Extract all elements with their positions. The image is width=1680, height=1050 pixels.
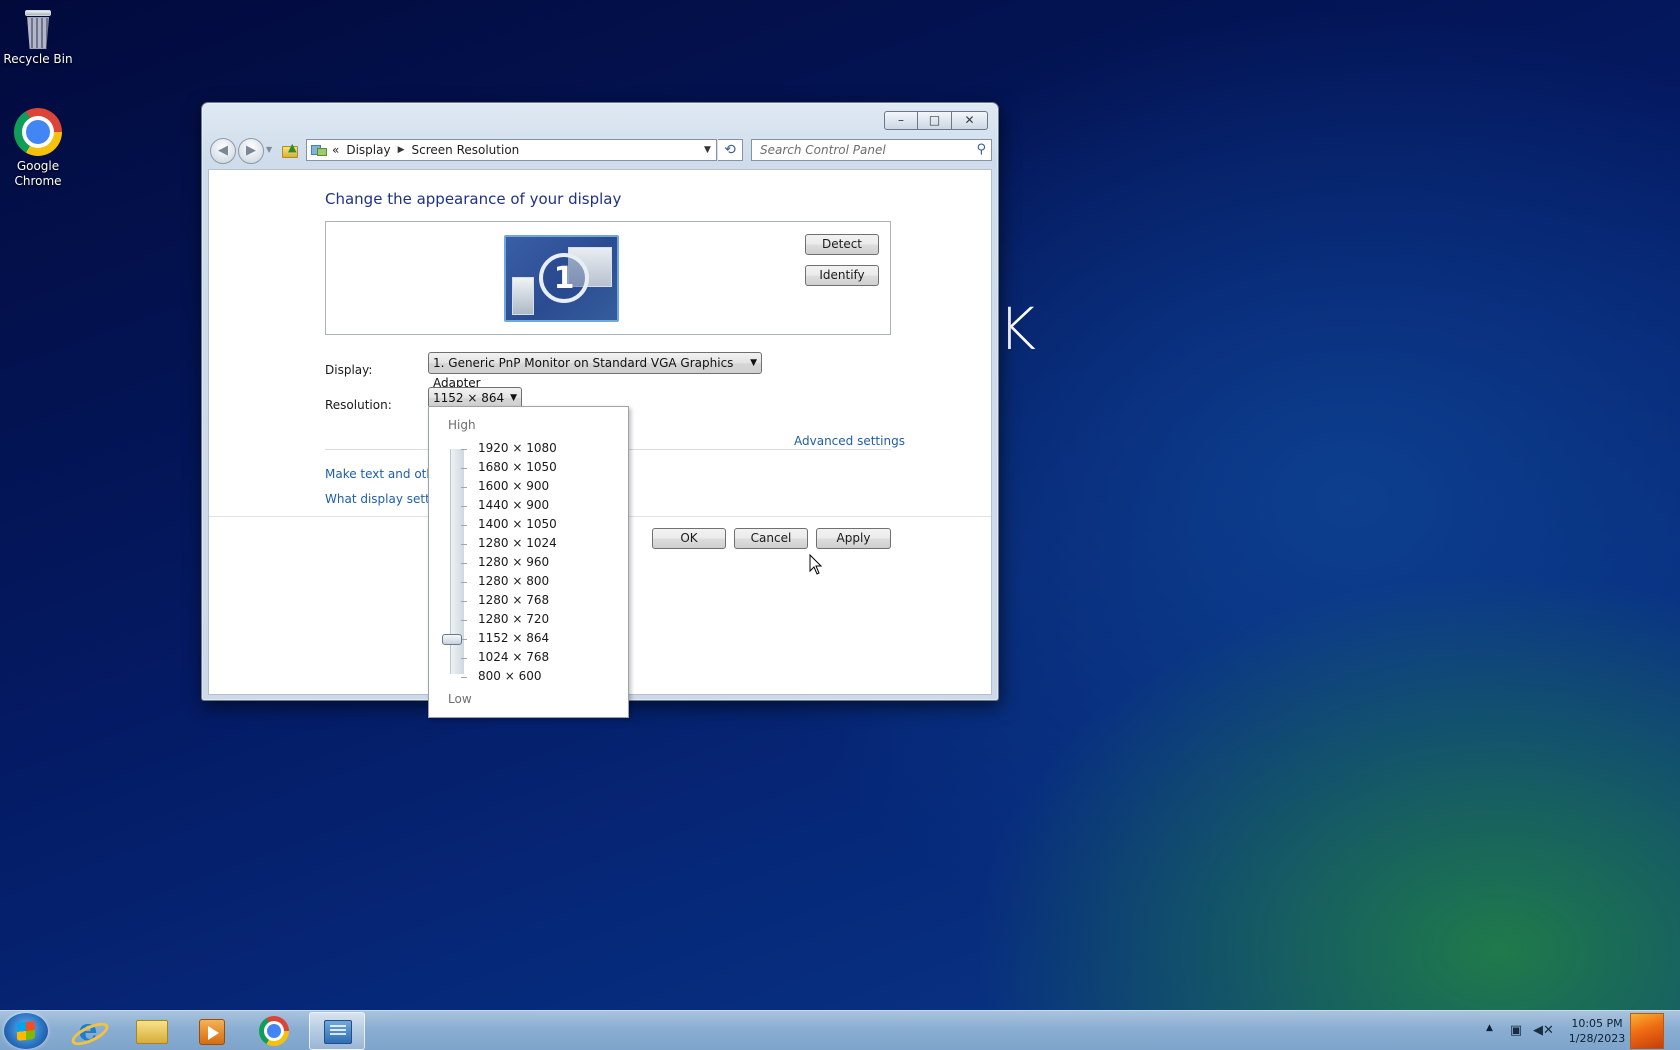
detect-button[interactable]: Detect	[805, 234, 879, 255]
resolution-dropdown: High 1920 × 1080 1680 × 1050 1600 × 900 144…	[428, 406, 629, 718]
mouse-cursor-icon	[809, 554, 823, 575]
taskbar-windows-explorer[interactable]	[123, 1012, 179, 1050]
slider-tick	[461, 563, 467, 564]
resolution-option[interactable]: 1280 × 768	[478, 593, 549, 607]
resolution-option[interactable]: 1280 × 960	[478, 555, 549, 569]
slider-tick	[461, 544, 467, 545]
resolution-option[interactable]: 800 × 600	[478, 669, 542, 683]
address-dropdown-icon[interactable]: ▼	[698, 145, 716, 155]
chrome-icon	[259, 1016, 289, 1046]
slider-tick	[461, 468, 467, 469]
ok-button[interactable]: OK	[652, 528, 726, 549]
resolution-option[interactable]: 1280 × 1024	[478, 536, 557, 550]
recycle-bin-icon	[21, 8, 55, 50]
display-select-value: 1. Generic PnP Monitor on Standard VGA G…	[433, 356, 734, 390]
high-label: High	[448, 418, 476, 432]
forward-button[interactable]: ▶	[238, 138, 264, 164]
recent-pages-dropdown[interactable]: ▼	[266, 145, 276, 154]
identify-button[interactable]: Identify	[805, 265, 879, 286]
chevron-down-icon: ▼	[510, 393, 517, 403]
slider-tick	[461, 582, 467, 583]
resolution-option[interactable]: 1920 × 1080	[478, 441, 557, 455]
show-desktop-button[interactable]	[1630, 1013, 1664, 1049]
low-label: Low	[448, 692, 472, 706]
page-title: Change the appearance of your display	[325, 190, 622, 208]
search-placeholder: Search Control Panel	[760, 143, 886, 157]
up-folder-icon[interactable]: ▲	[281, 141, 299, 159]
slider-tick	[461, 525, 467, 526]
show-hidden-icons-button[interactable]: ▲	[1486, 1023, 1493, 1033]
search-input[interactable]: Search Control Panel ⚲	[751, 139, 992, 161]
slider-tick	[461, 449, 467, 450]
maximize-button[interactable]: □	[918, 111, 952, 130]
monitor-1-icon[interactable]: 1	[504, 235, 619, 322]
resolution-option[interactable]: 1280 × 720	[478, 612, 549, 626]
resolution-option[interactable]: 1024 × 768	[478, 650, 549, 664]
resolution-option[interactable]: 1400 × 1050	[478, 517, 557, 531]
close-button[interactable]: ✕	[952, 111, 988, 130]
clock[interactable]: 10:05 PM 1/28/2023	[1562, 1016, 1632, 1046]
chevron-right-icon[interactable]: ▶	[398, 145, 405, 155]
clock-date: 1/28/2023	[1568, 1032, 1626, 1045]
resolution-option[interactable]: 1600 × 900	[478, 479, 549, 493]
stray-desktop-text: K	[998, 295, 1037, 363]
display-label: Display:	[325, 363, 373, 377]
minimize-button[interactable]: –	[884, 111, 918, 130]
search-icon[interactable]: ⚲	[976, 140, 986, 160]
taskbar-internet-explorer[interactable]: e	[60, 1012, 116, 1050]
advanced-settings-link[interactable]: Advanced settings	[794, 434, 905, 448]
resolution-option[interactable]: 1680 × 1050	[478, 460, 557, 474]
desktop-icon-chrome[interactable]: Google Chrome	[0, 108, 76, 189]
resolution-select-value: 1152 × 864	[433, 391, 505, 405]
media-player-icon	[199, 1019, 225, 1045]
desktop-icon-recycle-bin[interactable]: Recycle Bin	[0, 8, 76, 67]
ie-icon: e	[74, 1016, 102, 1046]
slider-tick	[461, 601, 467, 602]
resolution-option[interactable]: 1280 × 800	[478, 574, 549, 588]
refresh-button[interactable]: ⟲	[718, 139, 743, 161]
breadcrumb-overflow[interactable]: «	[332, 143, 339, 157]
taskbar-control-panel[interactable]	[309, 1012, 365, 1050]
network-icon[interactable]: ▣	[1508, 1023, 1524, 1039]
taskbar-chrome[interactable]	[246, 1012, 302, 1050]
slider-tick	[461, 658, 467, 659]
apply-button[interactable]: Apply	[816, 528, 891, 549]
resolution-label: Resolution:	[325, 398, 392, 412]
start-button[interactable]	[4, 1013, 48, 1049]
address-bar[interactable]: « Display ▶ Screen Resolution ▼	[306, 139, 717, 161]
desktop-icon-label: Google Chrome	[14, 159, 62, 188]
slider-tick	[461, 677, 467, 678]
monitor-preview-panel: 1 Detect Identify	[325, 221, 891, 335]
resolution-slider-thumb[interactable]	[442, 634, 462, 645]
chevron-down-icon: ▼	[750, 358, 757, 368]
taskbar-media-player[interactable]	[183, 1012, 239, 1050]
control-panel-icon	[311, 143, 328, 157]
desktop-icon-label: Recycle Bin	[3, 52, 73, 66]
cancel-button[interactable]: Cancel	[734, 528, 808, 549]
folder-icon	[136, 1020, 168, 1044]
monitor-number: 1	[539, 253, 589, 303]
breadcrumb-display[interactable]: Display	[346, 143, 390, 157]
taskbar: e ▲ ▣ ◀✕ 10:05 PM 1/28/2023	[0, 1010, 1680, 1050]
resolution-option[interactable]: 1440 × 900	[478, 498, 549, 512]
display-select[interactable]: 1. Generic PnP Monitor on Standard VGA G…	[428, 352, 762, 390]
slider-tick	[461, 506, 467, 507]
windows-logo-icon	[17, 1021, 35, 1041]
resolution-option[interactable]: 1152 × 864	[478, 631, 549, 645]
slider-tick	[461, 487, 467, 488]
control-panel-icon	[324, 1020, 352, 1044]
slider-tick	[461, 620, 467, 621]
back-button[interactable]: ◀	[210, 138, 236, 164]
clock-time: 10:05 PM	[1571, 1017, 1623, 1030]
chrome-icon	[14, 108, 62, 156]
volume-muted-icon[interactable]: ◀✕	[1533, 1023, 1554, 1039]
breadcrumb-screen-resolution[interactable]: Screen Resolution	[412, 143, 520, 157]
